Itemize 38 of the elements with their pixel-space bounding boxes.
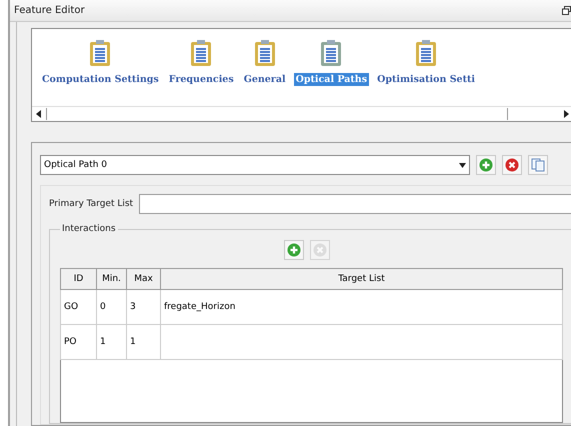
table-cell: PO	[60, 324, 96, 360]
clipboard-icon	[89, 39, 112, 67]
group-title: Interactions	[61, 224, 117, 234]
restore-icon	[562, 6, 571, 15]
add-icon	[479, 158, 493, 172]
clipboard-icon	[320, 39, 342, 67]
table-cell: 1	[96, 324, 126, 360]
column-header[interactable]: Max	[126, 268, 160, 290]
table-cell: 0	[96, 290, 126, 324]
scroll-bar[interactable]	[32, 106, 571, 121]
table-cell: 3	[126, 290, 160, 324]
add-button[interactable]	[476, 155, 496, 175]
tab[interactable]: Computation Settings	[40, 39, 161, 86]
tab[interactable]: Optical Paths	[294, 39, 370, 86]
field-label: Primary Target List	[49, 199, 134, 209]
tab[interactable]: General	[242, 39, 288, 86]
clipboard-icon	[254, 39, 276, 67]
remove-icon	[505, 158, 519, 172]
add-icon	[286, 243, 300, 257]
tab[interactable]: Frequencies	[166, 39, 236, 86]
path-dropdown[interactable]: Optical Path 0	[40, 155, 470, 175]
tab[interactable]: Optimisation Setti	[375, 39, 477, 86]
clipboard-icon	[415, 39, 438, 67]
input-field[interactable]	[139, 194, 571, 214]
table-cell: GO	[60, 290, 96, 324]
column-header[interactable]: Target List	[160, 268, 562, 290]
column-header[interactable]: Min.	[96, 268, 126, 290]
column-header[interactable]: ID	[60, 268, 96, 290]
copy-button[interactable]	[528, 155, 548, 175]
clipboard-icon	[190, 39, 212, 67]
window-title: Feature Editor	[14, 5, 85, 16]
remove-icon	[312, 243, 326, 257]
copy-icon	[531, 158, 545, 172]
table-cell: 1	[126, 324, 160, 360]
table-cell: fregate_Horizon	[160, 290, 562, 324]
remove-button[interactable]	[502, 155, 522, 175]
add-button[interactable]	[284, 240, 304, 260]
caret-icon	[459, 162, 466, 168]
